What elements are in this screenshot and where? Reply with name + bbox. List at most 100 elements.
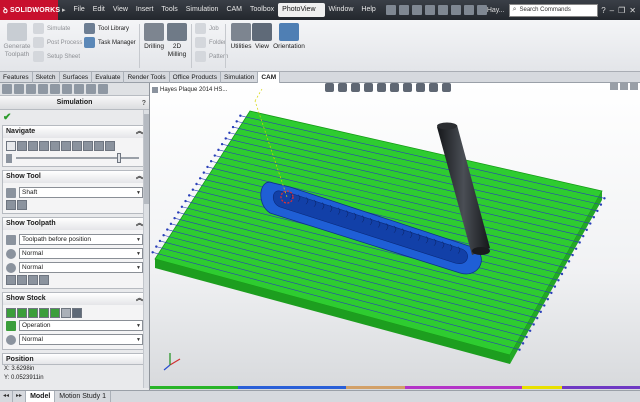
tab-office-products[interactable]: Office Products bbox=[170, 72, 221, 83]
view-button[interactable]: View bbox=[252, 23, 272, 51]
post-process-button[interactable]: Post Process bbox=[33, 37, 82, 48]
collapse-icon[interactable]: ︽ bbox=[136, 293, 143, 305]
menu-help[interactable]: Help bbox=[357, 3, 379, 17]
collapse-icon[interactable]: ︽ bbox=[136, 126, 143, 138]
job-button[interactable]: Job bbox=[195, 23, 219, 34]
timeline-segment[interactable] bbox=[404, 386, 523, 389]
folder-button[interactable]: Folder bbox=[195, 37, 226, 48]
menu-simulation[interactable]: Simulation bbox=[182, 3, 223, 17]
task-manager-button[interactable]: Task Manager bbox=[84, 37, 136, 48]
cam-operation-tree-icon[interactable] bbox=[74, 84, 84, 94]
pause-icon[interactable] bbox=[17, 141, 27, 151]
bottom-tab-model[interactable]: Model bbox=[26, 391, 56, 402]
undo-icon[interactable] bbox=[437, 5, 448, 15]
timeline-segment[interactable] bbox=[238, 386, 346, 389]
setup-sheet-button[interactable]: Setup Sheet bbox=[33, 51, 80, 62]
stock-display-dropdown[interactable]: Normal bbox=[19, 334, 143, 345]
cam-feature-tree-icon[interactable] bbox=[62, 84, 72, 94]
close-icon[interactable]: ✕ bbox=[629, 6, 636, 15]
ok-checkmark-icon[interactable]: ✔ bbox=[0, 110, 149, 125]
menu-edit[interactable]: Edit bbox=[89, 3, 109, 17]
show-toolpath-group-header[interactable]: Show Toolpath ︽ bbox=[3, 218, 146, 230]
menu-toolbox[interactable]: Toolbox bbox=[246, 3, 278, 17]
show-tool-group-header[interactable]: Show Tool ︽ bbox=[3, 171, 146, 183]
stock-compare-icon[interactable] bbox=[50, 308, 60, 318]
stock-settings-icon[interactable] bbox=[72, 308, 82, 318]
tab-sketch[interactable]: Sketch bbox=[33, 72, 60, 83]
simulate-button[interactable]: Simulate bbox=[33, 23, 70, 34]
feature-tree-icon[interactable] bbox=[2, 84, 12, 94]
configuration-manager-icon[interactable] bbox=[26, 84, 36, 94]
minimize-icon[interactable]: – bbox=[610, 6, 614, 15]
display-manager-icon[interactable] bbox=[50, 84, 60, 94]
dimxpert-icon[interactable] bbox=[38, 84, 48, 94]
stop-icon[interactable] bbox=[94, 141, 104, 151]
timeline-segment[interactable] bbox=[150, 386, 239, 389]
save-icon[interactable] bbox=[411, 5, 422, 15]
bottom-tab-motion-study-1[interactable]: Motion Study 1 bbox=[55, 391, 111, 402]
search-commands-field[interactable]: ⌕ Search Commands bbox=[508, 3, 599, 17]
arc-moves-icon[interactable] bbox=[39, 275, 49, 285]
tab-cam[interactable]: CAM bbox=[258, 72, 281, 83]
tab-surfaces[interactable]: Surfaces bbox=[60, 72, 93, 83]
tool-top[interactable] bbox=[437, 122, 457, 130]
timeline-segment[interactable] bbox=[561, 386, 640, 389]
tab-evaluate[interactable]: Evaluate bbox=[92, 72, 125, 83]
menu-cam[interactable]: CAM bbox=[222, 3, 246, 17]
utilities-button[interactable]: Utilities bbox=[229, 23, 253, 51]
scrollbar-thumb[interactable] bbox=[144, 114, 149, 204]
select-icon[interactable] bbox=[450, 5, 461, 15]
go-to-end-icon[interactable] bbox=[83, 141, 93, 151]
app-logo[interactable]: ꝺ SOLIDWORKS bbox=[0, 0, 60, 20]
stock-mode-dropdown[interactable]: Operation bbox=[19, 320, 143, 331]
cam-simulation-model[interactable] bbox=[150, 83, 640, 390]
restore-icon[interactable]: ❐ bbox=[618, 6, 625, 15]
play-icon[interactable] bbox=[6, 141, 16, 151]
tab-features[interactable]: Features bbox=[0, 72, 33, 83]
timeline-segment[interactable] bbox=[345, 386, 405, 389]
drilling-button[interactable]: Drilling bbox=[143, 23, 165, 51]
pattern-button[interactable]: Pattern bbox=[195, 51, 228, 62]
graphics-viewport[interactable]: Hayes Plaque 2014 HS... bbox=[150, 83, 640, 390]
menu-photoview-360[interactable]: PhotoView 360 bbox=[278, 3, 325, 27]
loop-icon[interactable] bbox=[105, 141, 115, 151]
position-group-header[interactable]: Position bbox=[2, 353, 147, 365]
toolpath-color-dropdown[interactable]: Normal bbox=[19, 262, 143, 273]
tab-scroll-right-icon[interactable]: ▸▸ bbox=[13, 391, 27, 402]
tool-holder-icon[interactable] bbox=[6, 200, 16, 210]
stock-shaded-icon[interactable] bbox=[28, 308, 38, 318]
tool-shank-icon[interactable] bbox=[17, 200, 27, 210]
tab-render-tools[interactable]: Render Tools bbox=[124, 72, 170, 83]
menu-view[interactable]: View bbox=[109, 3, 132, 17]
timeline-segment[interactable] bbox=[522, 386, 562, 389]
toolpath-display-dropdown[interactable]: Normal bbox=[19, 248, 143, 259]
menu-insert[interactable]: Insert bbox=[132, 3, 158, 17]
orientation-button[interactable]: Orientation bbox=[272, 23, 306, 51]
menu-file[interactable]: File bbox=[70, 3, 89, 17]
menu-expand-icon[interactable]: ▸ bbox=[62, 6, 66, 14]
tab-simulation[interactable]: Simulation bbox=[221, 72, 259, 83]
tool-library-button[interactable]: Tool Library bbox=[84, 23, 129, 34]
rapid-moves-icon[interactable] bbox=[6, 275, 16, 285]
fast-forward-icon[interactable] bbox=[61, 141, 71, 151]
print-icon[interactable] bbox=[424, 5, 435, 15]
speed-slider[interactable] bbox=[6, 152, 143, 164]
collapse-icon[interactable]: ︽ bbox=[136, 171, 143, 183]
stock-wireframe-icon[interactable] bbox=[17, 308, 27, 318]
rewind-icon[interactable] bbox=[50, 141, 60, 151]
step-back-icon[interactable] bbox=[28, 141, 38, 151]
navigate-group-header[interactable]: Navigate ︽ bbox=[3, 126, 146, 138]
options-icon[interactable] bbox=[476, 5, 487, 15]
property-manager-icon[interactable] bbox=[14, 84, 24, 94]
menu-tools[interactable]: Tools bbox=[157, 3, 181, 17]
panel-scrollbar[interactable] bbox=[143, 110, 149, 388]
feed-moves-icon[interactable] bbox=[17, 275, 27, 285]
step-forward-icon[interactable] bbox=[39, 141, 49, 151]
stock-icon[interactable] bbox=[6, 308, 16, 318]
open-icon[interactable] bbox=[398, 5, 409, 15]
slider-track[interactable] bbox=[16, 153, 139, 163]
stock-transparent-icon[interactable] bbox=[39, 308, 49, 318]
collapse-icon[interactable]: ︽ bbox=[136, 218, 143, 230]
stock-cut-icon[interactable] bbox=[61, 308, 71, 318]
tool-display-dropdown[interactable]: Shaft bbox=[19, 187, 143, 198]
